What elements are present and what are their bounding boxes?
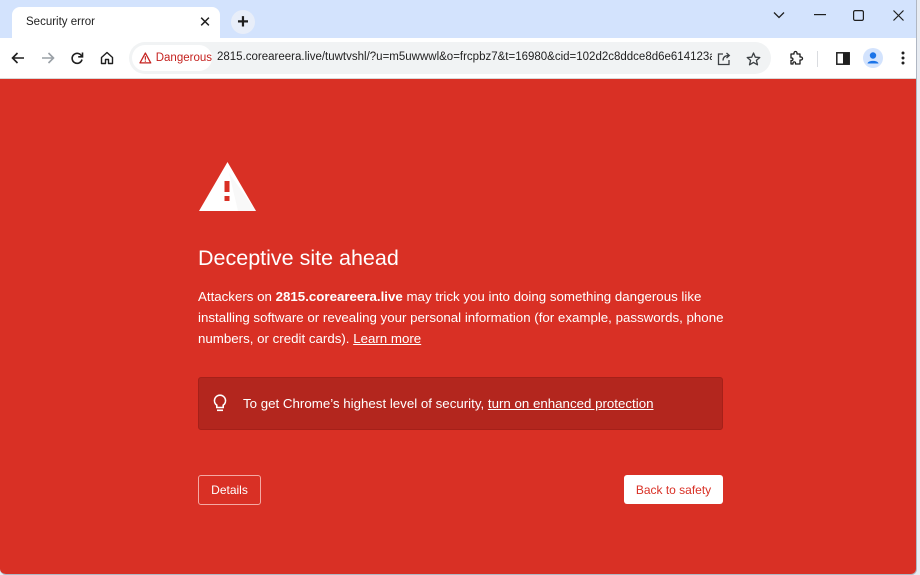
new-tab-button[interactable]: +: [231, 10, 255, 34]
bookmark-button[interactable]: [742, 48, 764, 70]
page-heading: Deceptive site ahead: [198, 246, 399, 270]
back-button[interactable]: [6, 46, 30, 70]
arrow-right-icon: [42, 52, 55, 64]
reload-icon: [71, 52, 84, 65]
plus-icon: +: [237, 10, 249, 33]
security-chip-label: Dangerous: [155, 52, 212, 64]
tab-strip: Security error ✕ +: [0, 0, 916, 38]
warning-triangle-icon: [139, 52, 152, 64]
description-prefix: Attackers on: [198, 289, 276, 304]
chevron-down-icon: [773, 12, 785, 19]
close-icon: [892, 9, 904, 21]
close-icon[interactable]: ✕: [196, 13, 214, 31]
back-to-safety-button[interactable]: Back to safety: [624, 475, 723, 504]
security-chip[interactable]: Dangerous: [132, 45, 212, 71]
lightbulb-icon: [213, 394, 227, 412]
toolbar-separator: [817, 51, 818, 67]
promo-prefix: To get Chrome’s highest level of securit…: [243, 396, 488, 411]
promo-text: To get Chrome’s highest level of securit…: [243, 396, 654, 411]
minimize-button[interactable]: [802, 4, 838, 26]
menu-button[interactable]: [891, 46, 915, 70]
tab-title: Security error: [26, 16, 96, 28]
kebab-menu-icon: [901, 51, 905, 65]
forward-button[interactable]: [36, 46, 60, 70]
maximize-icon: [852, 9, 864, 21]
profile-button[interactable]: [861, 46, 885, 70]
arrow-left-icon: [11, 52, 24, 64]
tab-security-error[interactable]: Security error ✕: [12, 7, 220, 38]
browser-window: Security error ✕ + Dangerous 2815.corear…: [0, 0, 917, 575]
minimize-icon: [814, 14, 826, 16]
warning-triangle-icon: [199, 162, 256, 211]
site-domain: 2815.coreareera.live: [275, 289, 403, 304]
enhanced-protection-link[interactable]: turn on enhanced protection: [488, 396, 654, 411]
star-icon: [746, 52, 760, 66]
details-button[interactable]: Details: [198, 475, 261, 505]
puzzle-icon: [790, 50, 804, 65]
learn-more-link[interactable]: Learn more: [353, 331, 421, 346]
extensions-button[interactable]: [785, 46, 809, 70]
browser-toolbar: Dangerous 2815.coreareera.live/tuwtvshl/…: [0, 38, 916, 79]
home-icon: [100, 51, 114, 65]
enhanced-protection-promo: To get Chrome’s highest level of securit…: [198, 377, 723, 430]
maximize-button[interactable]: [840, 4, 876, 26]
side-panel-button[interactable]: [831, 46, 855, 70]
tab-search-button[interactable]: [761, 4, 797, 26]
url-text[interactable]: 2815.coreareera.live/tuwtvshl/?u=m5uwwwl…: [217, 51, 712, 63]
home-button[interactable]: [95, 46, 119, 70]
warning-description: Attackers on 2815.coreareera.live may tr…: [198, 286, 728, 349]
share-button[interactable]: [713, 48, 735, 70]
profile-avatar-icon: [863, 48, 883, 68]
close-window-button[interactable]: [880, 4, 916, 26]
reload-button[interactable]: [65, 46, 89, 70]
side-panel-icon: [836, 51, 850, 65]
share-icon: [717, 52, 731, 66]
address-bar[interactable]: Dangerous 2815.coreareera.live/tuwtvshl/…: [129, 42, 771, 74]
